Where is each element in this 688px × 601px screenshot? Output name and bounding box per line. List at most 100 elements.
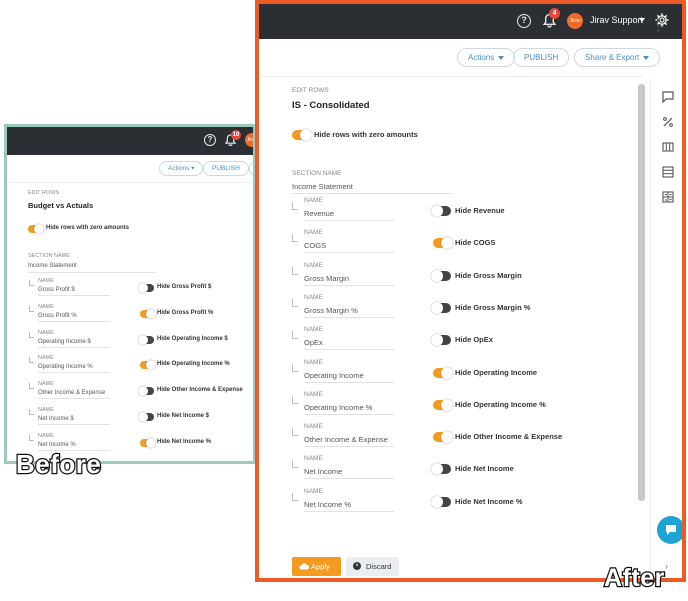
row-name-label: NAME xyxy=(304,423,323,431)
row-name-underline xyxy=(304,284,394,286)
hide-row-label: Hide Net Income % xyxy=(157,438,212,445)
row-name-value[interactable]: Operating Income % xyxy=(304,403,372,412)
row-name-label: NAME xyxy=(38,303,54,310)
hide-row-toggle[interactable] xyxy=(431,463,451,476)
hide-row-label: Hide Net Income xyxy=(455,464,514,474)
row-name-value[interactable]: Net Income % xyxy=(304,500,351,509)
row-name-underline xyxy=(38,320,110,322)
hide-row-toggle[interactable] xyxy=(138,412,154,422)
discard-button[interactable]: × Discard xyxy=(346,557,399,576)
apply-button[interactable]: Apply xyxy=(292,557,341,576)
row-name-value[interactable]: Operating Income % xyxy=(38,364,93,370)
hide-row-toggle[interactable] xyxy=(433,398,453,411)
chat-button[interactable] xyxy=(657,516,682,544)
row-name-underline xyxy=(304,413,394,415)
avatar[interactable]: Jirav xyxy=(567,13,583,29)
row-name-value[interactable]: Net Income xyxy=(304,467,342,476)
help-icon[interactable]: ? xyxy=(204,134,216,146)
row-name-value[interactable]: Gross Profit % xyxy=(38,313,77,319)
row-name-label: NAME xyxy=(304,358,323,366)
row-indent-marker xyxy=(292,428,298,437)
before-caption: Before xyxy=(15,448,102,481)
columns-icon[interactable] xyxy=(662,141,674,153)
report-title: Budget vs Actuals xyxy=(28,201,94,210)
section-name-value[interactable]: Income Statement xyxy=(292,182,353,191)
row-name-value[interactable]: Net Income $ xyxy=(38,416,74,422)
hide-row-toggle[interactable] xyxy=(140,308,156,319)
row-name-value[interactable]: Operating Income xyxy=(304,371,364,380)
row-name-underline xyxy=(304,220,394,221)
hide-row-toggle[interactable] xyxy=(138,386,154,397)
row-name-underline xyxy=(304,510,394,512)
row-name-underline xyxy=(304,446,394,448)
hide-row-toggle[interactable] xyxy=(433,366,453,379)
hide-row-toggle[interactable] xyxy=(431,334,451,347)
hide-row-toggle[interactable] xyxy=(138,283,154,293)
chevron-down-icon[interactable] xyxy=(639,18,645,22)
cloud-upload-icon xyxy=(299,563,309,570)
hide-row-toggle[interactable] xyxy=(138,334,154,345)
row-indent-marker xyxy=(29,331,34,338)
hide-zero-toggle[interactable] xyxy=(292,129,312,141)
share-export-button[interactable]: Share & Export xyxy=(574,48,661,67)
row-name-underline xyxy=(304,252,394,254)
hide-row-toggle[interactable] xyxy=(431,301,451,314)
hide-row-toggle[interactable] xyxy=(431,269,451,282)
help-icon[interactable]: ? xyxy=(517,14,531,28)
publish-button[interactable]: PUBLISH xyxy=(203,161,249,176)
hide-row-label: Hide COGS xyxy=(455,238,496,248)
scrollbar[interactable] xyxy=(638,84,645,501)
edit-rows-label: EDIT ROWS xyxy=(28,190,60,196)
row-indent-marker xyxy=(29,434,34,441)
hide-row-toggle[interactable] xyxy=(433,237,453,250)
row-name-value[interactable]: Gross Profit $ xyxy=(38,287,75,293)
after-caption: After xyxy=(603,563,666,594)
row-name-value[interactable]: Operating Income $ xyxy=(38,339,91,345)
row-name-value[interactable]: Gross Margin xyxy=(304,274,349,283)
publish-button[interactable]: PUBLISH xyxy=(513,48,570,67)
hide-row-toggle[interactable] xyxy=(431,495,451,508)
hide-row-label: Hide Gross Profit % xyxy=(157,309,214,316)
rows-icon[interactable] xyxy=(662,166,674,178)
top-nav-bar: ? 4 Jirav Jirav Support xyxy=(259,4,682,39)
row-name-underline xyxy=(304,381,394,383)
row-name-value[interactable]: Revenue xyxy=(304,209,334,218)
hide-row-toggle[interactable] xyxy=(431,205,451,217)
row-indent-marker xyxy=(292,298,298,307)
hide-row-toggle[interactable] xyxy=(433,431,453,444)
after-panel: ? 4 Jirav Jirav Support Actions PUBLISH … xyxy=(255,0,686,582)
row-name-value[interactable]: OpEx xyxy=(304,338,323,347)
more-options-icon[interactable] xyxy=(657,19,661,34)
chevron-right-icon[interactable]: › xyxy=(665,561,668,571)
actions-button[interactable]: Actions xyxy=(457,48,516,67)
actions-button[interactable]: Actions ▾ xyxy=(159,161,204,176)
calculator-icon[interactable] xyxy=(662,191,674,203)
hide-row-label: Hide Other Income & Expense xyxy=(455,432,563,442)
row-name-value[interactable]: Gross Margin % xyxy=(304,306,358,315)
row-name-value[interactable]: Other Income & Expense xyxy=(304,435,388,444)
top-nav-bar: ? 10 Jirav xyxy=(7,127,253,155)
hide-row-toggle[interactable] xyxy=(140,437,156,448)
row-indent-marker xyxy=(292,363,298,372)
hide-row-label: Hide Operating Income % xyxy=(157,361,230,368)
row-name-value[interactable]: Other Income & Expense xyxy=(38,390,105,396)
hide-zero-toggle[interactable] xyxy=(28,224,44,234)
row-name-value[interactable]: COGS xyxy=(304,241,326,250)
row-indent-marker xyxy=(29,409,34,415)
actions-label: Actions xyxy=(468,53,495,62)
chevron-down-icon xyxy=(498,55,505,60)
chevron-down-icon xyxy=(643,55,650,60)
comment-icon[interactable] xyxy=(662,91,674,103)
row-name-label: NAME xyxy=(304,229,323,237)
row-name-underline xyxy=(38,372,110,374)
row-name-underline xyxy=(38,424,110,425)
hide-row-toggle[interactable] xyxy=(140,360,156,371)
user-menu[interactable]: Jirav Support xyxy=(590,15,643,25)
section-name-value[interactable]: Income Statement xyxy=(28,263,77,269)
row-name-underline xyxy=(304,316,394,318)
edit-rows-label: EDIT ROWS xyxy=(292,87,329,94)
hide-row-label: Hide Operating Income xyxy=(455,367,538,377)
percent-icon[interactable] xyxy=(662,116,674,128)
row-indent-marker xyxy=(29,305,34,312)
row-name-value[interactable]: Net Income % xyxy=(38,442,76,448)
